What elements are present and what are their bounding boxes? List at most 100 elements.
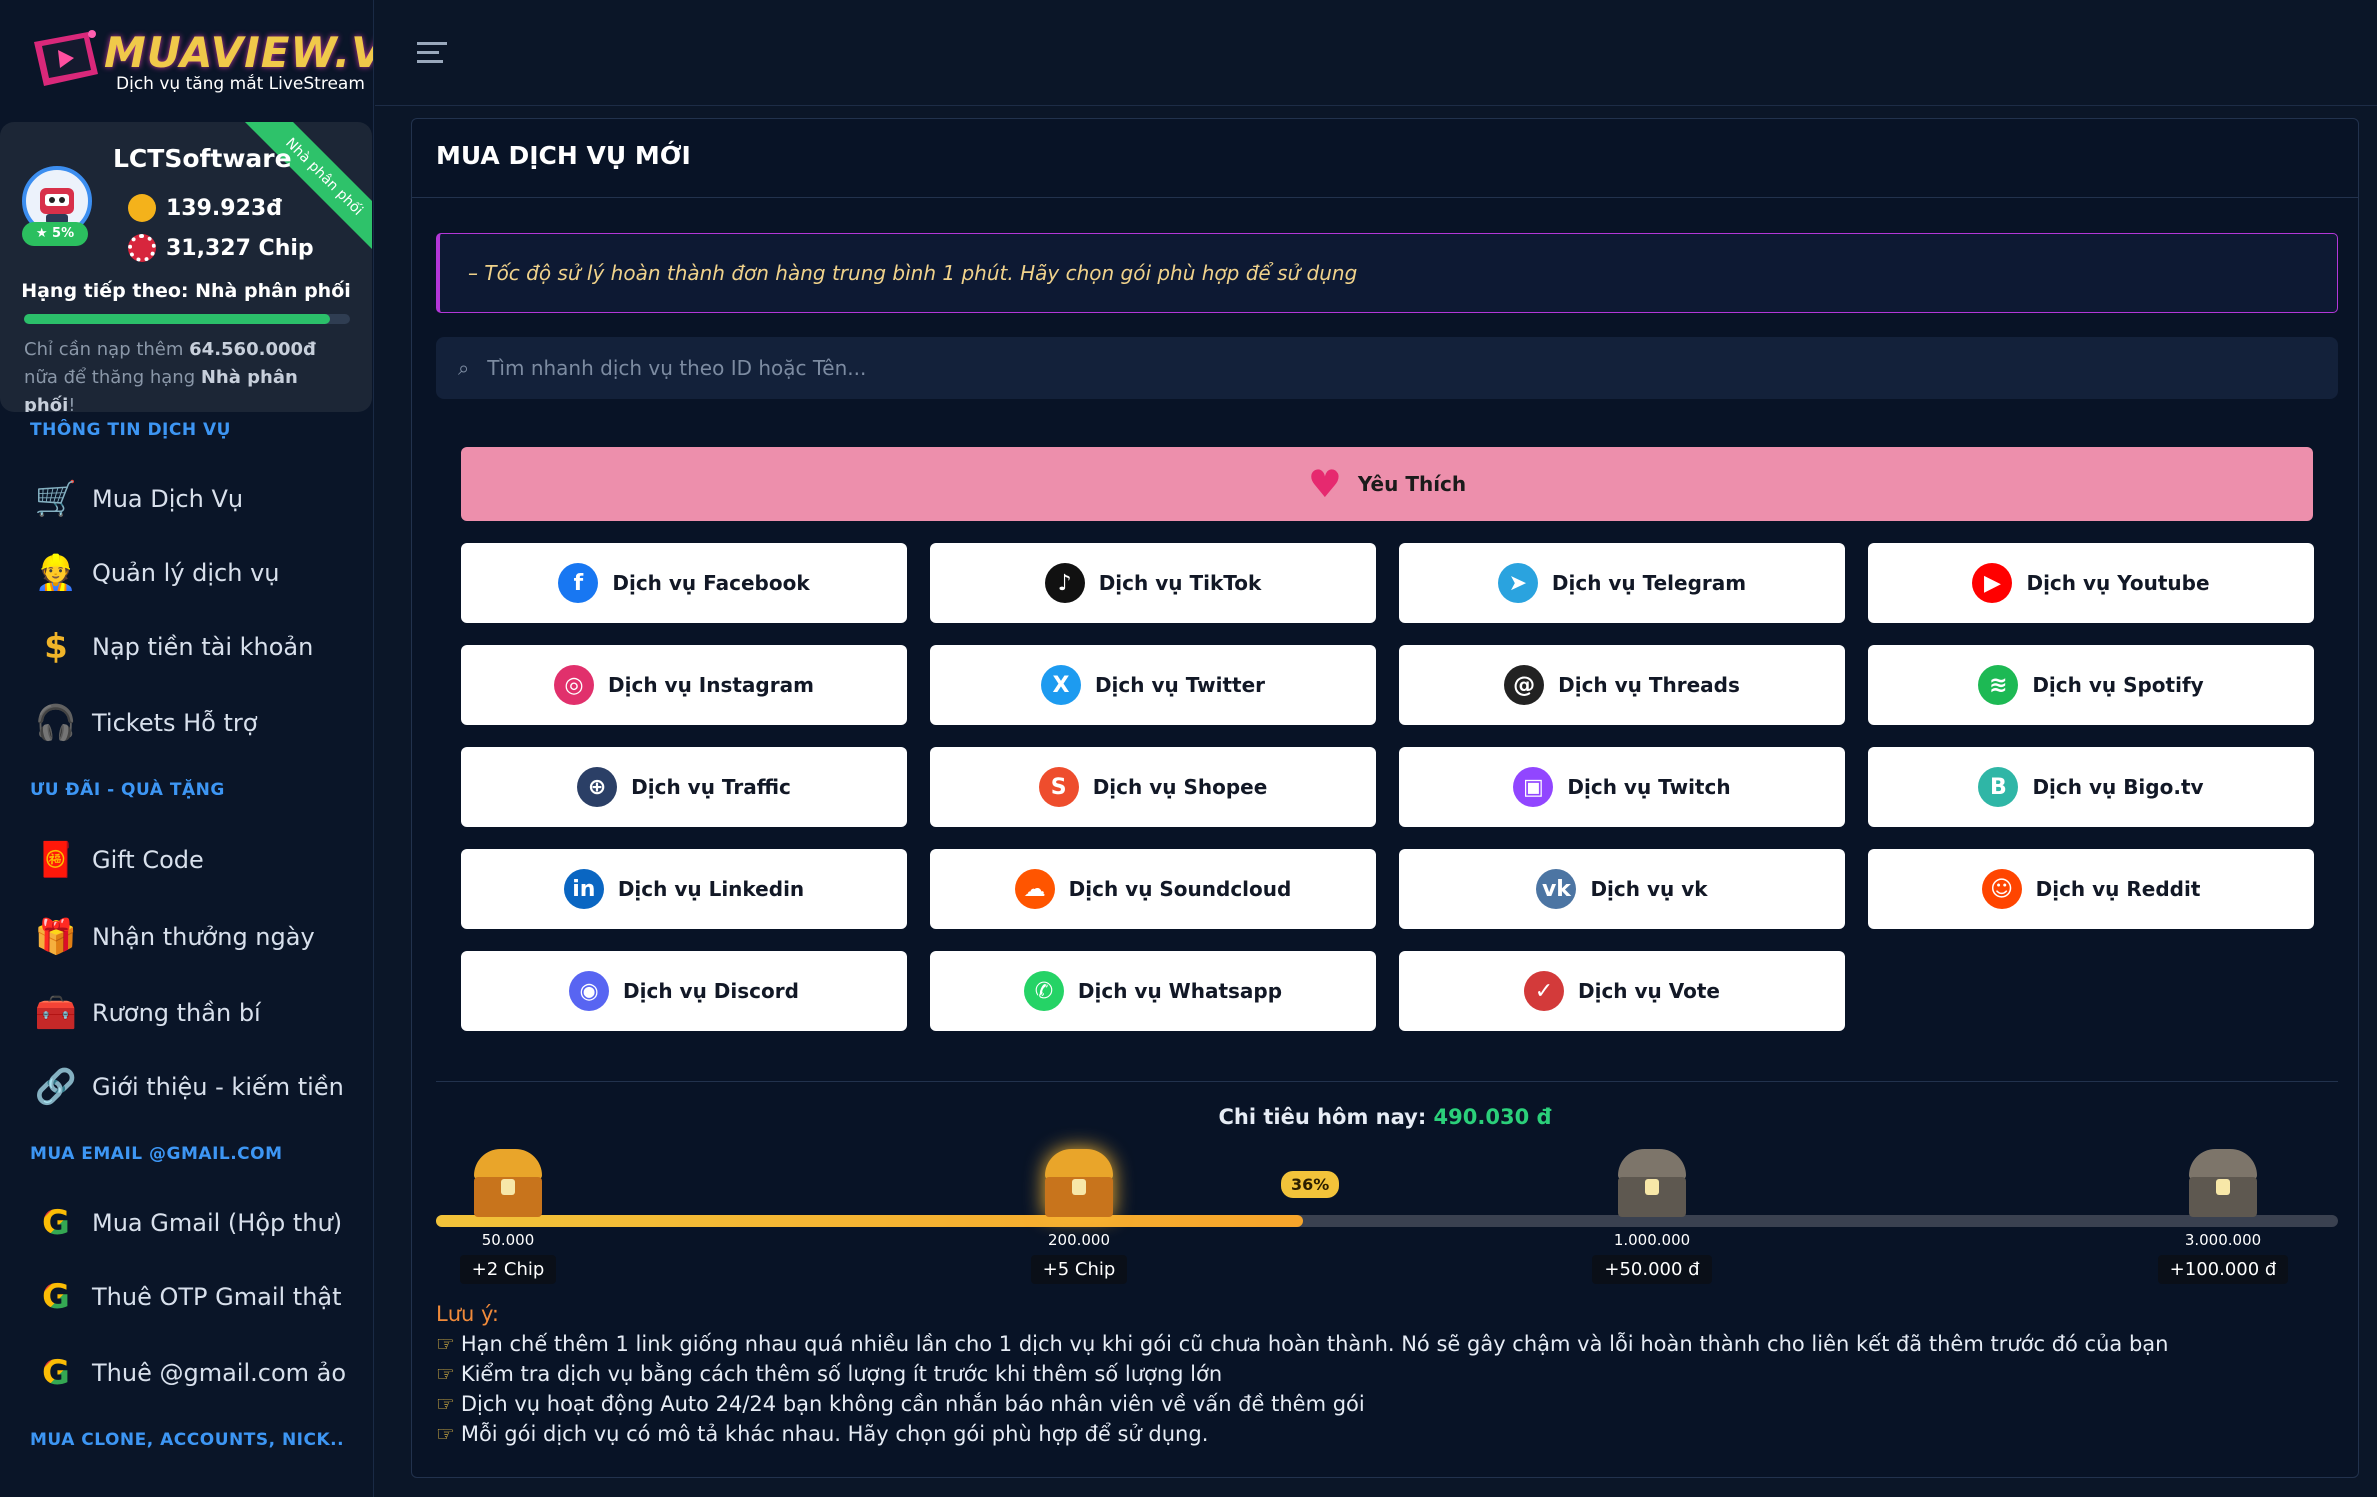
- brand-logo[interactable]: MUAVIEW.VN Dịch vụ tăng mắt LiveStream: [28, 18, 373, 98]
- notes-section: Lưu ý: ☞ Hạn chế thêm 1 link giống nhau q…: [436, 1299, 2168, 1449]
- shopee-icon: S: [1038, 767, 1079, 807]
- level-badge: ★ 5%: [22, 222, 88, 246]
- service-twitch-button[interactable]: ▣ Dịch vụ Twitch: [1399, 747, 1845, 827]
- service-reddit-button[interactable]: ☺ Dịch vụ Reddit: [1868, 849, 2314, 929]
- favorites-button[interactable]: ♥ Yêu Thích: [461, 447, 2313, 521]
- vote-icon: ✓: [1523, 971, 1564, 1011]
- service-twitter-button[interactable]: X Dịch vụ Twitter: [930, 645, 1376, 725]
- nav-manage-service[interactable]: 👷 Quản lý dịch vụ: [30, 548, 370, 598]
- service-tiktok-button[interactable]: ♪ Dịch vụ TikTok: [930, 543, 1376, 623]
- search-icon: ⌕: [458, 356, 470, 380]
- header-divider: [412, 197, 2358, 198]
- section-service-info: THÔNG TIN DỊCH VỤ: [30, 420, 231, 440]
- facebook-icon: f: [558, 563, 599, 603]
- milestone-amount: 1.000.000: [1613, 1231, 1691, 1249]
- nav-rent-virtual-gmail[interactable]: G Thuê @gmail.com ảo: [30, 1348, 370, 1398]
- treasure-chest-icon[interactable]: [1039, 1149, 1119, 1221]
- nav-rent-otp-gmail[interactable]: G Thuê OTP Gmail thật: [30, 1272, 370, 1322]
- service-discord-button[interactable]: ◉ Dịch vụ Discord: [461, 951, 907, 1031]
- service-instagram-button[interactable]: ◎ Dịch vụ Instagram: [461, 645, 907, 725]
- service-youtube-button[interactable]: ▶ Dịch vụ Youtube: [1868, 543, 2314, 623]
- note-item: ☞ Mỗi gói dịch vụ có mô tả khác nhau. Hãy…: [436, 1422, 1209, 1446]
- section-promotions: ƯU ĐÃI - QUÀ TẶNG: [30, 780, 225, 800]
- gift-box-icon: 🎁: [34, 917, 78, 957]
- dollar-icon: $: [44, 627, 68, 667]
- pointing-hand-icon: ☞: [436, 1392, 455, 1416]
- milestone-reward: +100.000 đ: [2143, 1255, 2303, 1284]
- network-icon: 🔗: [34, 1067, 78, 1107]
- logo-play-icon: [34, 30, 98, 86]
- support-icon: 🎧: [34, 703, 78, 743]
- treasure-chest-icon: 🧰: [34, 993, 78, 1033]
- next-rank: Hạng tiếp theo: Nhà phân phối: [21, 280, 351, 302]
- twitter-icon: X: [1040, 665, 1081, 705]
- username: LCTSoftware: [113, 144, 292, 173]
- chip-icon: [128, 234, 156, 262]
- nav-daily-reward[interactable]: 🎁 Nhận thưởng ngày: [30, 912, 370, 962]
- coin-icon: [128, 194, 156, 222]
- rank-progress-bar: [24, 314, 350, 324]
- telegram-icon: ➤: [1497, 563, 1538, 603]
- note-item: ☞ Kiểm tra dịch vụ bằng cách thêm số lượn…: [436, 1362, 1223, 1386]
- section-buy-clone: MUA CLONE, ACCOUNTS, NICK..: [30, 1430, 345, 1450]
- reddit-icon: ☺: [1981, 869, 2022, 909]
- spotify-icon: ≋: [1978, 665, 2019, 705]
- service-traffic-button[interactable]: ⊕ Dịch vụ Traffic: [461, 747, 907, 827]
- vk-icon: vk: [1536, 869, 1577, 909]
- service-facebook-button[interactable]: f Dịch vụ Facebook: [461, 543, 907, 623]
- brand-name: MUAVIEW.VN: [104, 28, 373, 77]
- tiktok-icon: ♪: [1044, 563, 1085, 603]
- whatsapp-icon: ✆: [1023, 971, 1064, 1011]
- service-bigo-tv-button[interactable]: B Dịch vụ Bigo.tv: [1868, 747, 2314, 827]
- nav-buy-gmail[interactable]: G Mua Gmail (Hộp thư): [30, 1198, 370, 1248]
- sidebar: MUAVIEW.VN Dịch vụ tăng mắt LiveStream N…: [0, 0, 374, 1497]
- spend-progress-fill: [436, 1215, 1304, 1227]
- service-linkedin-button[interactable]: in Dịch vụ Linkedin: [461, 849, 907, 929]
- note-item: ☞ Dịch vụ hoạt động Auto 24/24 bạn không …: [436, 1392, 1365, 1416]
- nav-mystery-chest[interactable]: 🧰 Rương thần bí: [30, 988, 370, 1038]
- google-icon: G: [30, 1349, 82, 1397]
- manager-icon: 👷: [34, 553, 78, 593]
- note-item: ☞ Hạn chế thêm 1 link giống nhau quá nhiề…: [436, 1332, 2169, 1356]
- traffic-icon: ⊕: [577, 767, 618, 807]
- service-telegram-button[interactable]: ➤ Dịch vụ Telegram: [1399, 543, 1845, 623]
- section-buy-email: MUA EMAIL @GMAIL.COM: [30, 1144, 283, 1164]
- google-icon: G: [30, 1199, 82, 1247]
- nav-support-tickets[interactable]: 🎧 Tickets Hỗ trợ: [30, 698, 370, 748]
- threads-icon: @: [1504, 665, 1545, 705]
- service-spotify-button[interactable]: ≋ Dịch vụ Spotify: [1868, 645, 2314, 725]
- nav-buy-service[interactable]: 🛒 Mua Dịch Vụ: [30, 474, 370, 524]
- pointing-hand-icon: ☞: [436, 1422, 455, 1446]
- today-spending: Chi tiêu hôm nay: 490.030 đ: [1218, 1105, 1552, 1129]
- menu-toggle-icon[interactable]: [417, 42, 447, 69]
- service-shopee-button[interactable]: S Dịch vụ Shopee: [930, 747, 1376, 827]
- heart-icon: ♥: [1307, 462, 1342, 506]
- chip-value: 31,327 Chip: [166, 236, 314, 261]
- linkedin-icon: in: [563, 869, 604, 909]
- speed-notice: – Tốc độ sử lý hoàn thành đơn hàng trung…: [436, 233, 2338, 313]
- brand-tagline: Dịch vụ tăng mắt LiveStream: [116, 74, 365, 94]
- nav-referral[interactable]: 🔗 Giới thiệu - kiếm tiền: [30, 1062, 370, 1112]
- service-soundcloud-button[interactable]: ☁ Dịch vụ Soundcloud: [930, 849, 1376, 929]
- balance-value: 139.923đ: [166, 196, 282, 221]
- nav-gift-code[interactable]: 🧧 Gift Code: [30, 835, 370, 885]
- soundcloud-icon: ☁: [1014, 869, 1055, 909]
- service-whatsapp-button[interactable]: ✆ Dịch vụ Whatsapp: [930, 951, 1376, 1031]
- main-panel: MUA DỊCH VỤ MỚI – Tốc độ sử lý hoàn thàn…: [411, 118, 2359, 1478]
- search-input[interactable]: [487, 356, 2188, 380]
- instagram-icon: ◎: [554, 665, 595, 705]
- youtube-icon: ▶: [1972, 563, 2013, 603]
- user-card: Nhà phân phối ★ 5% LCTSoftware 139.923đ …: [0, 122, 372, 412]
- nav-deposit[interactable]: $ Nạp tiền tài khoản: [30, 622, 370, 672]
- milestone-reward: +2 Chip: [428, 1255, 588, 1284]
- treasure-chest-icon[interactable]: [1612, 1149, 1692, 1221]
- bigo-tv-icon: B: [1978, 767, 2019, 807]
- service-vote-button[interactable]: ✓ Dịch vụ Vote: [1399, 951, 1845, 1031]
- pointing-hand-icon: ☞: [436, 1362, 455, 1386]
- treasure-chest-icon[interactable]: [468, 1149, 548, 1221]
- service-vk-button[interactable]: vk Dịch vụ vk: [1399, 849, 1845, 929]
- treasure-chest-icon[interactable]: [2183, 1149, 2263, 1221]
- google-icon: G: [30, 1273, 82, 1321]
- service-threads-button[interactable]: @ Dịch vụ Threads: [1399, 645, 1845, 725]
- progress-badge: 36%: [1281, 1171, 1340, 1198]
